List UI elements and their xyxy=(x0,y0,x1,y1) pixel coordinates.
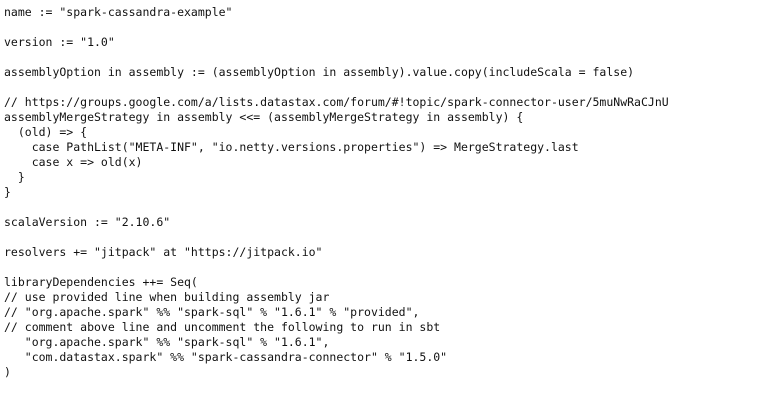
code-line: // "org.apache.spark" %% "spark-sql" % "… xyxy=(4,305,420,319)
code-line: // https://groups.google.com/a/lists.dat… xyxy=(4,95,669,109)
code-line: resolvers += "jitpack" at "https://jitpa… xyxy=(4,245,323,259)
code-line: libraryDependencies ++= Seq( xyxy=(4,275,198,289)
code-line: ) xyxy=(4,365,11,379)
code-line: case PathList("META-INF", "io.netty.vers… xyxy=(4,140,579,154)
code-line: name := "spark-cassandra-example" xyxy=(4,5,233,19)
code-line: version := "1.0" xyxy=(4,35,115,49)
code-line: "com.datastax.spark" %% "spark-cassandra… xyxy=(4,350,448,364)
code-block: name := "spark-cassandra-example" version… xyxy=(4,5,669,380)
code-line: assemblyOption in assembly := (assemblyO… xyxy=(4,65,635,79)
code-line: case x => old(x) xyxy=(4,155,143,169)
code-line: "org.apache.spark" %% "spark-sql" % "1.6… xyxy=(4,335,330,349)
code-line: scalaVersion := "2.10.6" xyxy=(4,215,171,229)
code-line: // comment above line and uncomment the … xyxy=(4,320,441,334)
code-line: } xyxy=(4,170,25,184)
code-line: assemblyMergeStrategy in assembly <<= (a… xyxy=(4,110,524,124)
code-line: // use provided line when building assem… xyxy=(4,290,330,304)
code-line: } xyxy=(4,185,11,199)
code-line: (old) => { xyxy=(4,125,88,139)
